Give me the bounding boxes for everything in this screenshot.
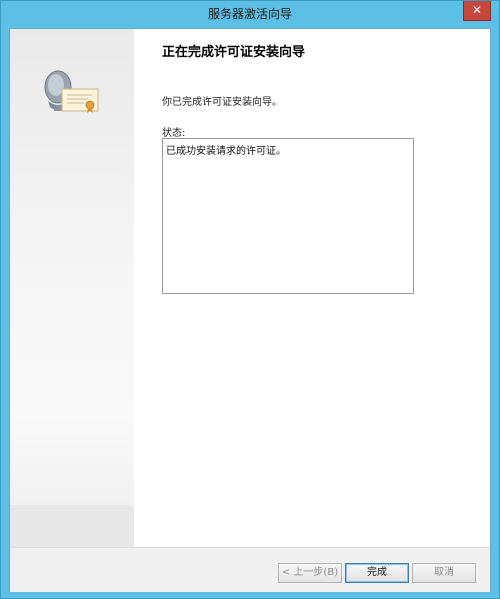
finish-button[interactable]: 完成 bbox=[345, 563, 409, 583]
status-label: 状态: bbox=[162, 128, 186, 139]
title-bar[interactable]: 服务器激活向导 ✕ bbox=[1, 1, 499, 27]
cancel-button[interactable]: 取消 bbox=[412, 563, 476, 583]
wizard-side-panel bbox=[10, 29, 134, 547]
wizard-window: 服务器激活向导 ✕ 正在完成许可证安装向导 你已完成许可证安装向导。 状态: 已… bbox=[0, 0, 500, 599]
close-icon: ✕ bbox=[471, 3, 483, 17]
window-title: 服务器激活向导 bbox=[207, 7, 292, 21]
completion-description: 你已完成许可证安装向导。 bbox=[162, 97, 282, 108]
wizard-content: 正在完成许可证安装向导 你已完成许可证安装向导。 状态: 已成功安装请求的许可证… bbox=[134, 29, 490, 547]
wizard-button-bar: < 上一步(B) 完成 取消 bbox=[10, 547, 490, 592]
page-title: 正在完成许可证安装向导 bbox=[162, 45, 306, 60]
status-text: 已成功安装请求的许可证。 bbox=[166, 146, 286, 157]
back-button[interactable]: < 上一步(B) bbox=[278, 563, 342, 583]
side-panel-footer-band bbox=[10, 505, 134, 547]
close-button[interactable]: ✕ bbox=[463, 1, 491, 21]
status-textbox[interactable]: 已成功安装请求的许可证。 bbox=[162, 138, 414, 294]
wizard-client-area: 正在完成许可证安装向导 你已完成许可证安装向导。 状态: 已成功安装请求的许可证… bbox=[9, 28, 491, 592]
server-license-certificate-icon bbox=[44, 70, 99, 113]
